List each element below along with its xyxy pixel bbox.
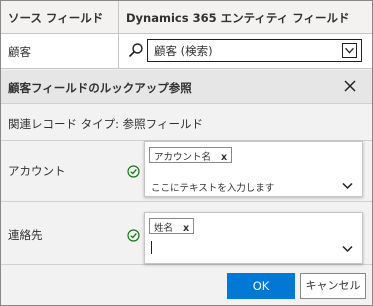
related-record-type: 関連レコード タイプ: 参照フィールド	[8, 117, 203, 131]
chevron-down-icon[interactable]	[342, 245, 353, 253]
check-circle-icon	[127, 229, 140, 242]
lookup-row-label: 連絡先	[8, 228, 43, 242]
selected-field-tag: 姓名 x	[149, 218, 195, 234]
customer-mapping-row: 顧客 顧客 (検索)	[1, 34, 372, 69]
lookup-field-picker[interactable]: 姓名 x	[144, 212, 363, 264]
cancel-button[interactable]: キャンセル	[300, 273, 366, 299]
close-icon[interactable]	[342, 78, 358, 94]
remove-tag-button[interactable]: x	[221, 152, 227, 163]
selected-field-tag-label: 姓名	[154, 223, 174, 234]
mapping-table-header: ソース フィールド Dynamics 365 エンティティ フィールド	[1, 1, 372, 34]
entity-field-select-value: 顧客 (検索)	[154, 44, 213, 58]
selected-field-tag: アカウント名 x	[149, 147, 233, 163]
check-circle-icon	[127, 165, 140, 178]
source-field-customer: 顧客	[1, 34, 119, 68]
field-mapping-dialog: ソース フィールド Dynamics 365 エンティティ フィールド 顧客 顧…	[0, 0, 373, 306]
lookup-reference-panel: 顧客フィールドのルックアップ参照 関連レコード タイプ: 参照フィールド アカウ…	[1, 70, 372, 305]
search-icon[interactable]	[128, 42, 144, 58]
chevron-down-icon[interactable]	[342, 182, 353, 190]
ok-button[interactable]: OK	[227, 273, 295, 299]
lookup-panel-header: 顧客フィールドのルックアップ参照	[1, 70, 372, 104]
entity-field-select[interactable]: 顧客 (検索)	[147, 39, 362, 62]
source-field-header: ソース フィールド	[1, 1, 119, 34]
text-cursor	[151, 241, 152, 254]
remove-tag-button[interactable]: x	[183, 223, 189, 234]
lookup-field-picker[interactable]: アカウント名 x ここにテキストを入力します	[144, 141, 363, 197]
lookup-row-contact: 連絡先 姓名 x	[1, 202, 372, 265]
lookup-field-input[interactable]: ここにテキストを入力します	[151, 180, 274, 194]
lookup-row-account: アカウント アカウント名 x ここにテキストを入力します	[1, 141, 372, 202]
lookup-row-label: アカウント	[8, 164, 66, 178]
entity-field-header: Dynamics 365 エンティティ フィールド	[126, 11, 350, 25]
lookup-panel-title: 顧客フィールドのルックアップ参照	[8, 81, 192, 95]
chevron-down-icon[interactable]	[342, 43, 357, 58]
selected-field-tag-label: アカウント名	[154, 152, 212, 163]
